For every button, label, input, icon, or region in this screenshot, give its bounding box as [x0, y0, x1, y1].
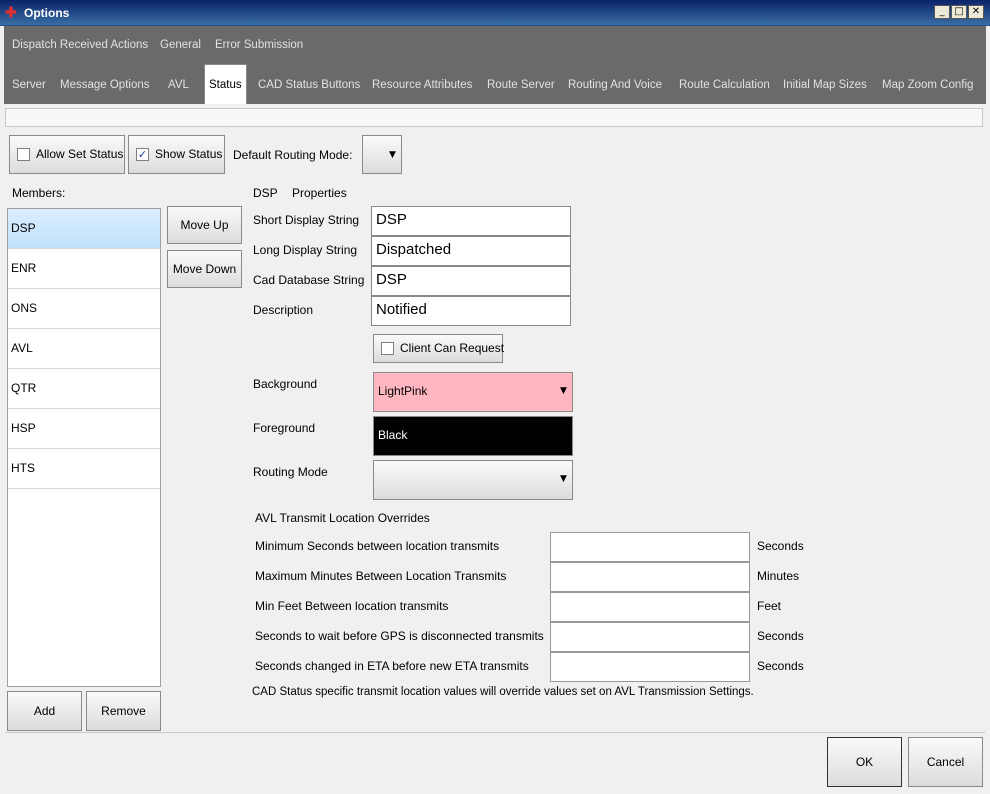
- avl-unit-seconds-2: Seconds: [757, 629, 804, 643]
- min-seconds-input[interactable]: [550, 532, 750, 562]
- avl-unit-seconds-3: Seconds: [757, 659, 804, 673]
- routing-mode-label: Routing Mode: [253, 465, 328, 479]
- list-item-avl[interactable]: AVL: [8, 329, 160, 369]
- chevron-down-icon: ▼: [560, 386, 567, 396]
- status-strip: [5, 108, 983, 127]
- description-label: Description: [253, 303, 314, 317]
- move-up-button[interactable]: Move Up: [167, 206, 242, 244]
- tab-cad-status-buttons[interactable]: CAD Status Buttons: [251, 67, 367, 104]
- avl-label-gps-disconnect: Seconds to wait before GPS is disconnect…: [255, 629, 544, 643]
- default-routing-mode-dropdown[interactable]: ▼: [362, 135, 402, 174]
- tab-initial-map-sizes[interactable]: Initial Map Sizes: [776, 67, 874, 104]
- allow-set-status-checkbox[interactable]: [17, 148, 30, 161]
- short-display-field[interactable]: DSP: [371, 206, 571, 236]
- cad-database-label: Cad Database String: [253, 273, 365, 287]
- title-bar: [0, 0, 990, 26]
- close-icon[interactable]: ✕: [968, 5, 984, 19]
- properties-heading: Properties: [292, 186, 347, 200]
- max-minutes-input[interactable]: [550, 562, 750, 592]
- avl-label-min-seconds: Minimum Seconds between location transmi…: [255, 539, 500, 553]
- move-down-button[interactable]: Move Down: [167, 250, 242, 288]
- avl-label-eta-change: Seconds changed in ETA before new ETA tr…: [255, 659, 529, 673]
- tab-message-options[interactable]: Message Options: [53, 67, 157, 104]
- client-can-request-label: Client Can Request: [400, 341, 505, 355]
- list-item-ons[interactable]: ONS: [8, 289, 160, 329]
- tab-map-zoom-config[interactable]: Map Zoom Config: [875, 67, 980, 104]
- tab-route-calculation[interactable]: Route Calculation: [672, 67, 777, 104]
- avl-label-max-minutes: Maximum Minutes Between Location Transmi…: [255, 569, 507, 583]
- foreground-color-value: Black: [378, 428, 408, 442]
- background-label: Background: [253, 377, 318, 391]
- gps-disconnect-input[interactable]: [550, 622, 750, 652]
- description-field[interactable]: Notified: [371, 296, 571, 326]
- allow-set-status-label: Allow Set Status: [36, 147, 124, 161]
- long-display-field[interactable]: Dispatched: [371, 236, 571, 266]
- avl-unit-feet: Feet: [757, 599, 782, 613]
- long-display-label: Long Display String: [253, 243, 358, 257]
- properties-code: DSP: [253, 186, 278, 200]
- foreground-color-select[interactable]: Black: [373, 416, 573, 456]
- default-routing-mode-label: Default Routing Mode:: [233, 148, 353, 162]
- list-item-hts[interactable]: HTS: [8, 449, 160, 489]
- tab-route-server[interactable]: Route Server: [480, 67, 562, 104]
- app-icon: ✚: [5, 4, 17, 20]
- tab-routing-and-voice[interactable]: Routing And Voice: [561, 67, 669, 104]
- show-status-label: Show Status: [155, 147, 223, 161]
- add-button[interactable]: Add: [7, 691, 82, 731]
- ok-button[interactable]: OK: [827, 737, 902, 787]
- window-title: Options: [24, 6, 70, 20]
- routing-mode-dropdown[interactable]: ▼: [373, 460, 573, 500]
- short-display-label: Short Display String: [253, 213, 360, 227]
- background-color-value: LightPink: [378, 384, 428, 398]
- show-status-checkbox[interactable]: ✓: [136, 148, 149, 161]
- chevron-down-icon: ▼: [560, 474, 567, 484]
- members-list[interactable]: DSP ENR ONS AVL QTR HSP HTS: [7, 208, 161, 687]
- client-can-request-checkbox[interactable]: [381, 342, 394, 355]
- list-item-dsp[interactable]: DSP: [8, 209, 160, 249]
- maximize-icon[interactable]: □: [951, 5, 967, 19]
- list-item-enr[interactable]: ENR: [8, 249, 160, 289]
- members-label: Members:: [12, 186, 66, 200]
- remove-button[interactable]: Remove: [86, 691, 161, 731]
- cancel-button[interactable]: Cancel: [908, 737, 983, 787]
- avl-override-note: CAD Status specific transmit location va…: [252, 686, 754, 698]
- tab-dispatch-received-actions[interactable]: Dispatch Received Actions: [5, 27, 155, 64]
- tab-resource-attributes[interactable]: Resource Attributes: [365, 67, 479, 104]
- min-feet-input[interactable]: [550, 592, 750, 622]
- avl-label-min-feet: Min Feet Between location transmits: [255, 599, 449, 613]
- cad-database-field[interactable]: DSP: [371, 266, 571, 296]
- tab-avl[interactable]: AVL: [161, 67, 196, 104]
- minimize-icon[interactable]: _: [934, 5, 950, 19]
- list-item-qtr[interactable]: QTR: [8, 369, 160, 409]
- avl-overrides-title: AVL Transmit Location Overrides: [255, 511, 430, 525]
- avl-unit-seconds: Seconds: [757, 539, 804, 553]
- tab-general[interactable]: General: [153, 27, 208, 64]
- tab-error-submission[interactable]: Error Submission: [208, 27, 310, 64]
- tab-status[interactable]: Status: [204, 64, 247, 104]
- tab-server[interactable]: Server: [5, 67, 53, 104]
- foreground-label: Foreground: [253, 421, 316, 435]
- avl-unit-minutes: Minutes: [757, 569, 800, 583]
- footer-divider: [5, 732, 985, 733]
- eta-change-input[interactable]: [550, 652, 750, 682]
- list-item-hsp[interactable]: HSP: [8, 409, 160, 449]
- chevron-down-icon: ▼: [389, 150, 396, 160]
- background-color-select[interactable]: LightPink ▼: [373, 372, 573, 412]
